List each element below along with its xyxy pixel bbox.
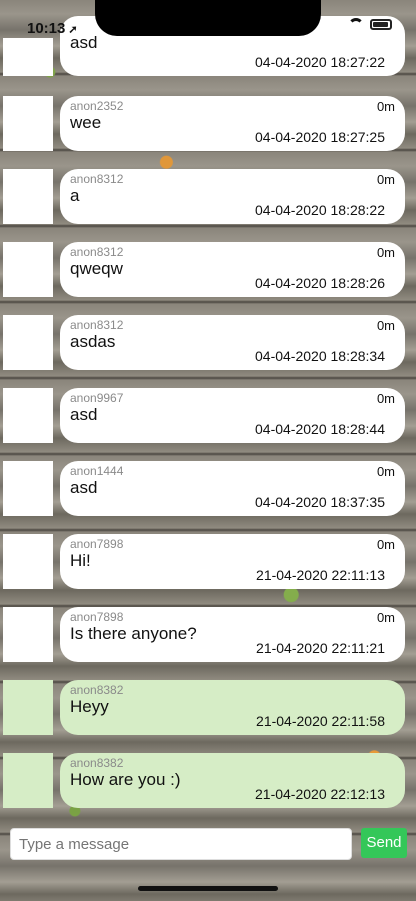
message-row: anon8382 How are you :) 21-04-2020 22:12:1… <box>0 753 416 813</box>
message-text: qweqw <box>70 259 123 278</box>
message-input[interactable] <box>10 828 352 860</box>
message-bubble[interactable]: anon1444 0m asd 04-04-2020 18:37:35 <box>60 461 405 516</box>
composer-bar: Send <box>0 820 416 870</box>
avatar-slot <box>3 96 53 151</box>
message-row: anon7898 0m Is there anyone? 21-04-2020 22:… <box>0 607 416 667</box>
message-row: anon8312 0m asdas 04-04-2020 18:28:34 <box>0 315 416 375</box>
location-arrow-icon: ➚ <box>68 24 78 36</box>
message-text: How are you :) <box>70 770 181 789</box>
message-bubble[interactable]: anon8312 0m a 04-04-2020 18:28:22 <box>60 169 405 224</box>
message-timestamp: 21-04-2020 22:11:21 <box>256 640 385 656</box>
status-time: 10:13 ➚ <box>27 20 78 37</box>
wifi-icon <box>348 18 364 30</box>
message-bubble[interactable]: anon8312 0m asdas 04-04-2020 18:28:34 <box>60 315 405 370</box>
status-time-text: 10:13 <box>27 20 66 37</box>
battery-icon <box>370 18 392 30</box>
message-bubble[interactable]: anon8382 How are you :) 21-04-2020 22:12:1… <box>60 753 405 808</box>
message-timestamp: 04-04-2020 18:28:34 <box>255 348 385 364</box>
message-row: anon9967 0m asd 04-04-2020 18:28:44 <box>0 388 416 448</box>
message-sender: anon8382 <box>70 756 124 770</box>
avatar-slot <box>3 534 53 589</box>
avatar-slot <box>3 242 53 297</box>
message-row: anon8312 0m a 04-04-2020 18:28:22 <box>0 169 416 229</box>
message-timestamp: 04-04-2020 18:28:44 <box>255 421 385 437</box>
message-bubble[interactable]: anon7898 0m Hi! 21-04-2020 22:11:13 <box>60 534 405 589</box>
message-text: a <box>70 186 80 205</box>
message-row: anon8312 0m qweqw 04-04-2020 18:28:26 <box>0 242 416 302</box>
device-notch <box>95 0 321 36</box>
message-sender: anon7898 <box>70 610 124 624</box>
message-bubble[interactable]: anon2352 0m wee 04-04-2020 18:27:25 <box>60 96 405 151</box>
message-text: Heyy <box>70 697 109 716</box>
message-text: asd <box>70 405 98 424</box>
message-sender: anon2352 <box>70 99 124 113</box>
message-text: Hi! <box>70 551 91 570</box>
message-age: 0m <box>376 245 395 260</box>
message-text: asd <box>70 478 98 497</box>
message-sender: anon8312 <box>70 172 124 186</box>
message-row: anon7898 0m Hi! 21-04-2020 22:11:13 <box>0 534 416 594</box>
status-icons <box>348 18 392 30</box>
avatar-slot <box>3 388 53 443</box>
message-bubble[interactable]: anon8382 Heyy 21-04-2020 22:11:58 <box>60 680 405 735</box>
message-age: 0m <box>376 318 395 333</box>
avatar-slot <box>3 753 53 808</box>
home-indicator[interactable] <box>138 886 278 891</box>
message-age: 0m <box>376 537 395 552</box>
message-age: 0m <box>376 391 395 406</box>
send-button[interactable]: Send <box>361 828 407 858</box>
message-timestamp: 04-04-2020 18:28:26 <box>255 275 385 291</box>
message-age: 0m <box>376 610 395 625</box>
message-age: 0m <box>376 99 395 114</box>
message-text: Is there anyone? <box>70 624 197 643</box>
message-timestamp: 21-04-2020 22:11:13 <box>256 567 385 583</box>
message-text: wee <box>70 113 102 132</box>
avatar-slot <box>3 461 53 516</box>
message-row: asd 04-04-2020 18:27:22 <box>0 16 416 76</box>
message-timestamp: 04-04-2020 18:28:22 <box>255 202 385 218</box>
message-sender: anon8312 <box>70 318 124 332</box>
message-timestamp: 04-04-2020 18:37:35 <box>255 494 385 510</box>
message-sender: anon1444 <box>70 464 124 478</box>
avatar-slot <box>3 315 53 370</box>
message-sender: anon8382 <box>70 683 124 697</box>
message-timestamp: 21-04-2020 22:12:13 <box>255 786 385 802</box>
message-age: 0m <box>376 464 395 479</box>
avatar-slot <box>3 38 53 76</box>
message-row: anon2352 0m wee 04-04-2020 18:27:25 <box>0 96 416 156</box>
message-timestamp: 04-04-2020 18:27:25 <box>255 129 385 145</box>
message-bubble[interactable]: anon9967 0m asd 04-04-2020 18:28:44 <box>60 388 405 443</box>
message-bubble[interactable]: anon7898 0m Is there anyone? 21-04-2020 22:… <box>60 607 405 662</box>
message-sender: anon8312 <box>70 245 124 259</box>
message-sender: anon7898 <box>70 537 124 551</box>
message-age: 0m <box>376 172 395 187</box>
avatar-slot <box>3 169 53 224</box>
message-timestamp: 21-04-2020 22:11:58 <box>256 713 385 729</box>
message-bubble[interactable]: anon8312 0m qweqw 04-04-2020 18:28:26 <box>60 242 405 297</box>
message-row: anon1444 0m asd 04-04-2020 18:37:35 <box>0 461 416 521</box>
avatar-slot <box>3 680 53 735</box>
avatar-slot <box>3 607 53 662</box>
message-row: anon8382 Heyy 21-04-2020 22:11:58 <box>0 680 416 740</box>
message-timestamp: 04-04-2020 18:27:22 <box>255 54 385 70</box>
message-text: asdas <box>70 332 116 351</box>
message-list[interactable]: asd 04-04-2020 18:27:22 anon2352 0m wee 04-04… <box>0 0 416 820</box>
message-sender: anon9967 <box>70 391 124 405</box>
